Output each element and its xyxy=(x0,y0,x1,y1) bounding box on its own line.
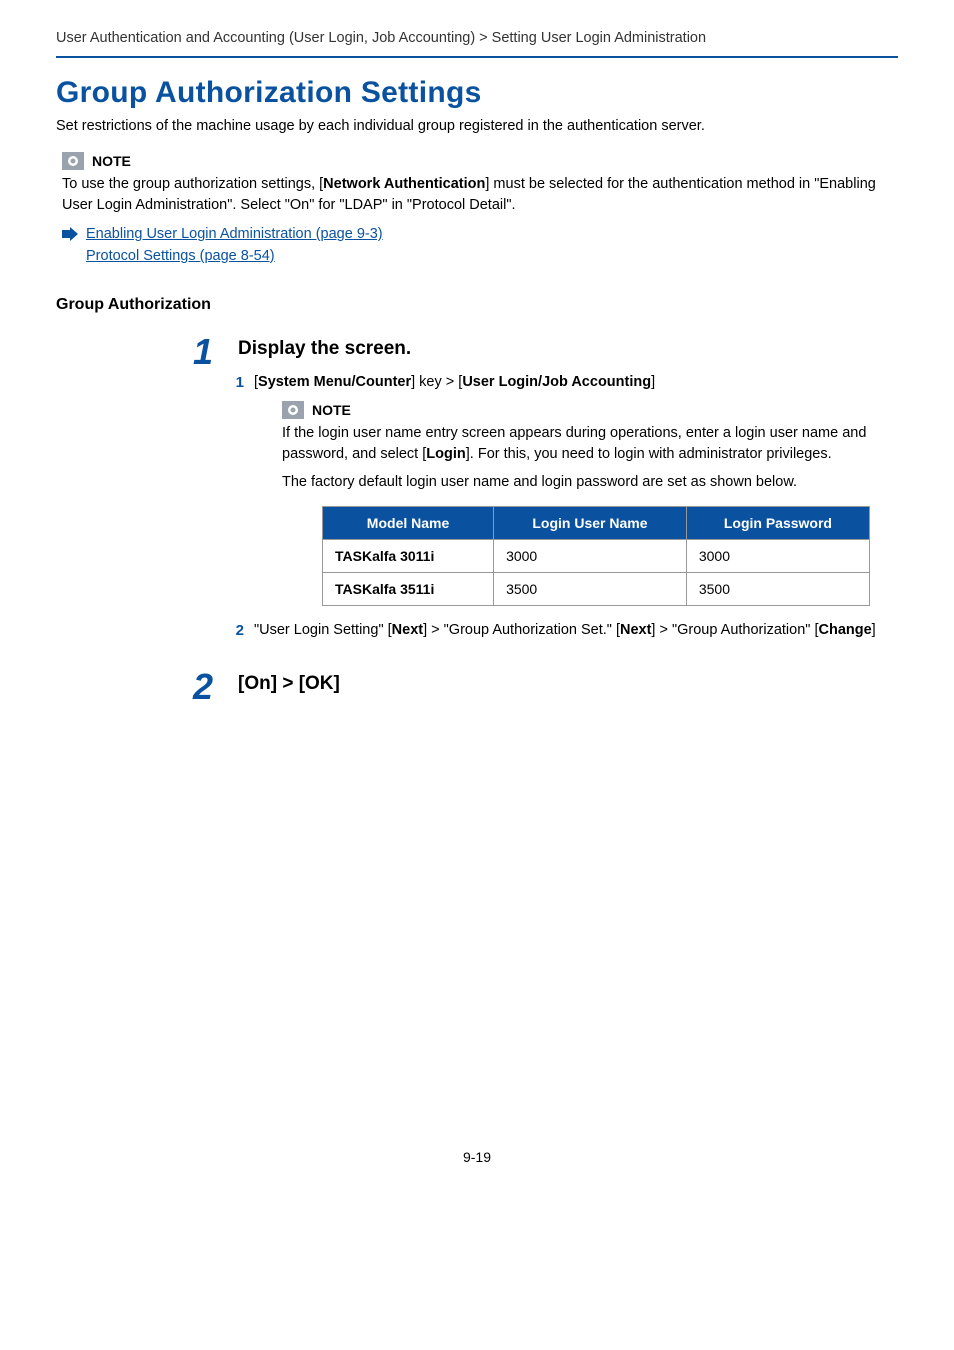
text: ] xyxy=(651,374,655,390)
note-label: NOTE xyxy=(92,153,131,169)
substep-number: 2 xyxy=(230,622,244,639)
step-number: 2 xyxy=(186,673,220,709)
text: To use the group authorization settings,… xyxy=(62,176,323,192)
link-protocol-settings[interactable]: Protocol Settings (page 8-54) xyxy=(86,248,275,264)
text-bold: System Menu/Counter xyxy=(258,374,411,390)
text-bold: Login xyxy=(426,446,465,462)
cell-model: TASKalfa 3511i xyxy=(323,572,494,605)
link-enabling-user-login[interactable]: Enabling User Login Administration (page… xyxy=(86,226,383,242)
divider xyxy=(56,56,898,58)
intro-text: Set restrictions of the machine usage by… xyxy=(56,118,898,134)
table-row: TASKalfa 3011i 3000 3000 xyxy=(323,539,870,572)
substep-number: 1 xyxy=(230,374,244,391)
step-number: 1 xyxy=(186,338,220,649)
cell-pass: 3000 xyxy=(686,539,869,572)
text: ] > "Group Authorization" [ xyxy=(651,622,818,638)
text-bold: Next xyxy=(392,622,423,638)
credentials-table: Model Name Login User Name Login Passwor… xyxy=(322,506,870,606)
step-title: [On] > [OK] xyxy=(238,673,898,695)
document-page: User Authentication and Accounting (User… xyxy=(0,0,954,1195)
cell-user: 3000 xyxy=(494,539,687,572)
note-icon xyxy=(62,152,84,170)
note-label: NOTE xyxy=(312,402,351,418)
page-title: Group Authorization Settings xyxy=(56,76,898,110)
text-bold: Change xyxy=(819,622,872,638)
text: ]. For this, you need to login with admi… xyxy=(466,446,832,462)
note-block: NOTE To use the group authorization sett… xyxy=(56,152,898,216)
cell-user: 3500 xyxy=(494,572,687,605)
table-header: Model Name xyxy=(323,506,494,539)
text-bold: Next xyxy=(620,622,651,638)
step-2: 2 [On] > [OK] xyxy=(186,673,898,709)
cell-pass: 3500 xyxy=(686,572,869,605)
inner-note-block: NOTE If the login user name entry screen… xyxy=(282,401,898,606)
arrow-icon xyxy=(62,227,78,241)
step-1: 1 Display the screen. 1 [System Menu/Cou… xyxy=(186,338,898,649)
breadcrumb: User Authentication and Accounting (User… xyxy=(56,30,898,46)
note-icon xyxy=(282,401,304,419)
cell-model: TASKalfa 3011i xyxy=(323,539,494,572)
table-row: TASKalfa 3511i 3500 3500 xyxy=(323,572,870,605)
text-bold: Network Authentication xyxy=(323,176,485,192)
page-number: 9-19 xyxy=(56,1149,898,1165)
text: ] xyxy=(872,622,876,638)
section-heading: Group Authorization xyxy=(56,296,898,314)
table-header: Login Password xyxy=(686,506,869,539)
text: ] > "Group Authorization Set." [ xyxy=(423,622,620,638)
substep-2: 2 "User Login Setting" [Next] > "Group A… xyxy=(230,622,898,639)
step-title: Display the screen. xyxy=(238,338,898,360)
note-body: If the login user name entry screen appe… xyxy=(282,423,898,467)
note-body: To use the group authorization settings,… xyxy=(62,174,898,216)
text: "User Login Setting" [ xyxy=(254,622,392,638)
text-bold: User Login/Job Accounting xyxy=(462,374,651,390)
substep-1: 1 [System Menu/Counter] key > [User Logi… xyxy=(230,374,898,391)
text: ] key > [ xyxy=(411,374,462,390)
reference-links: Enabling User Login Administration (page… xyxy=(62,224,898,268)
note-body: The factory default login user name and … xyxy=(282,472,898,494)
table-header: Login User Name xyxy=(494,506,687,539)
